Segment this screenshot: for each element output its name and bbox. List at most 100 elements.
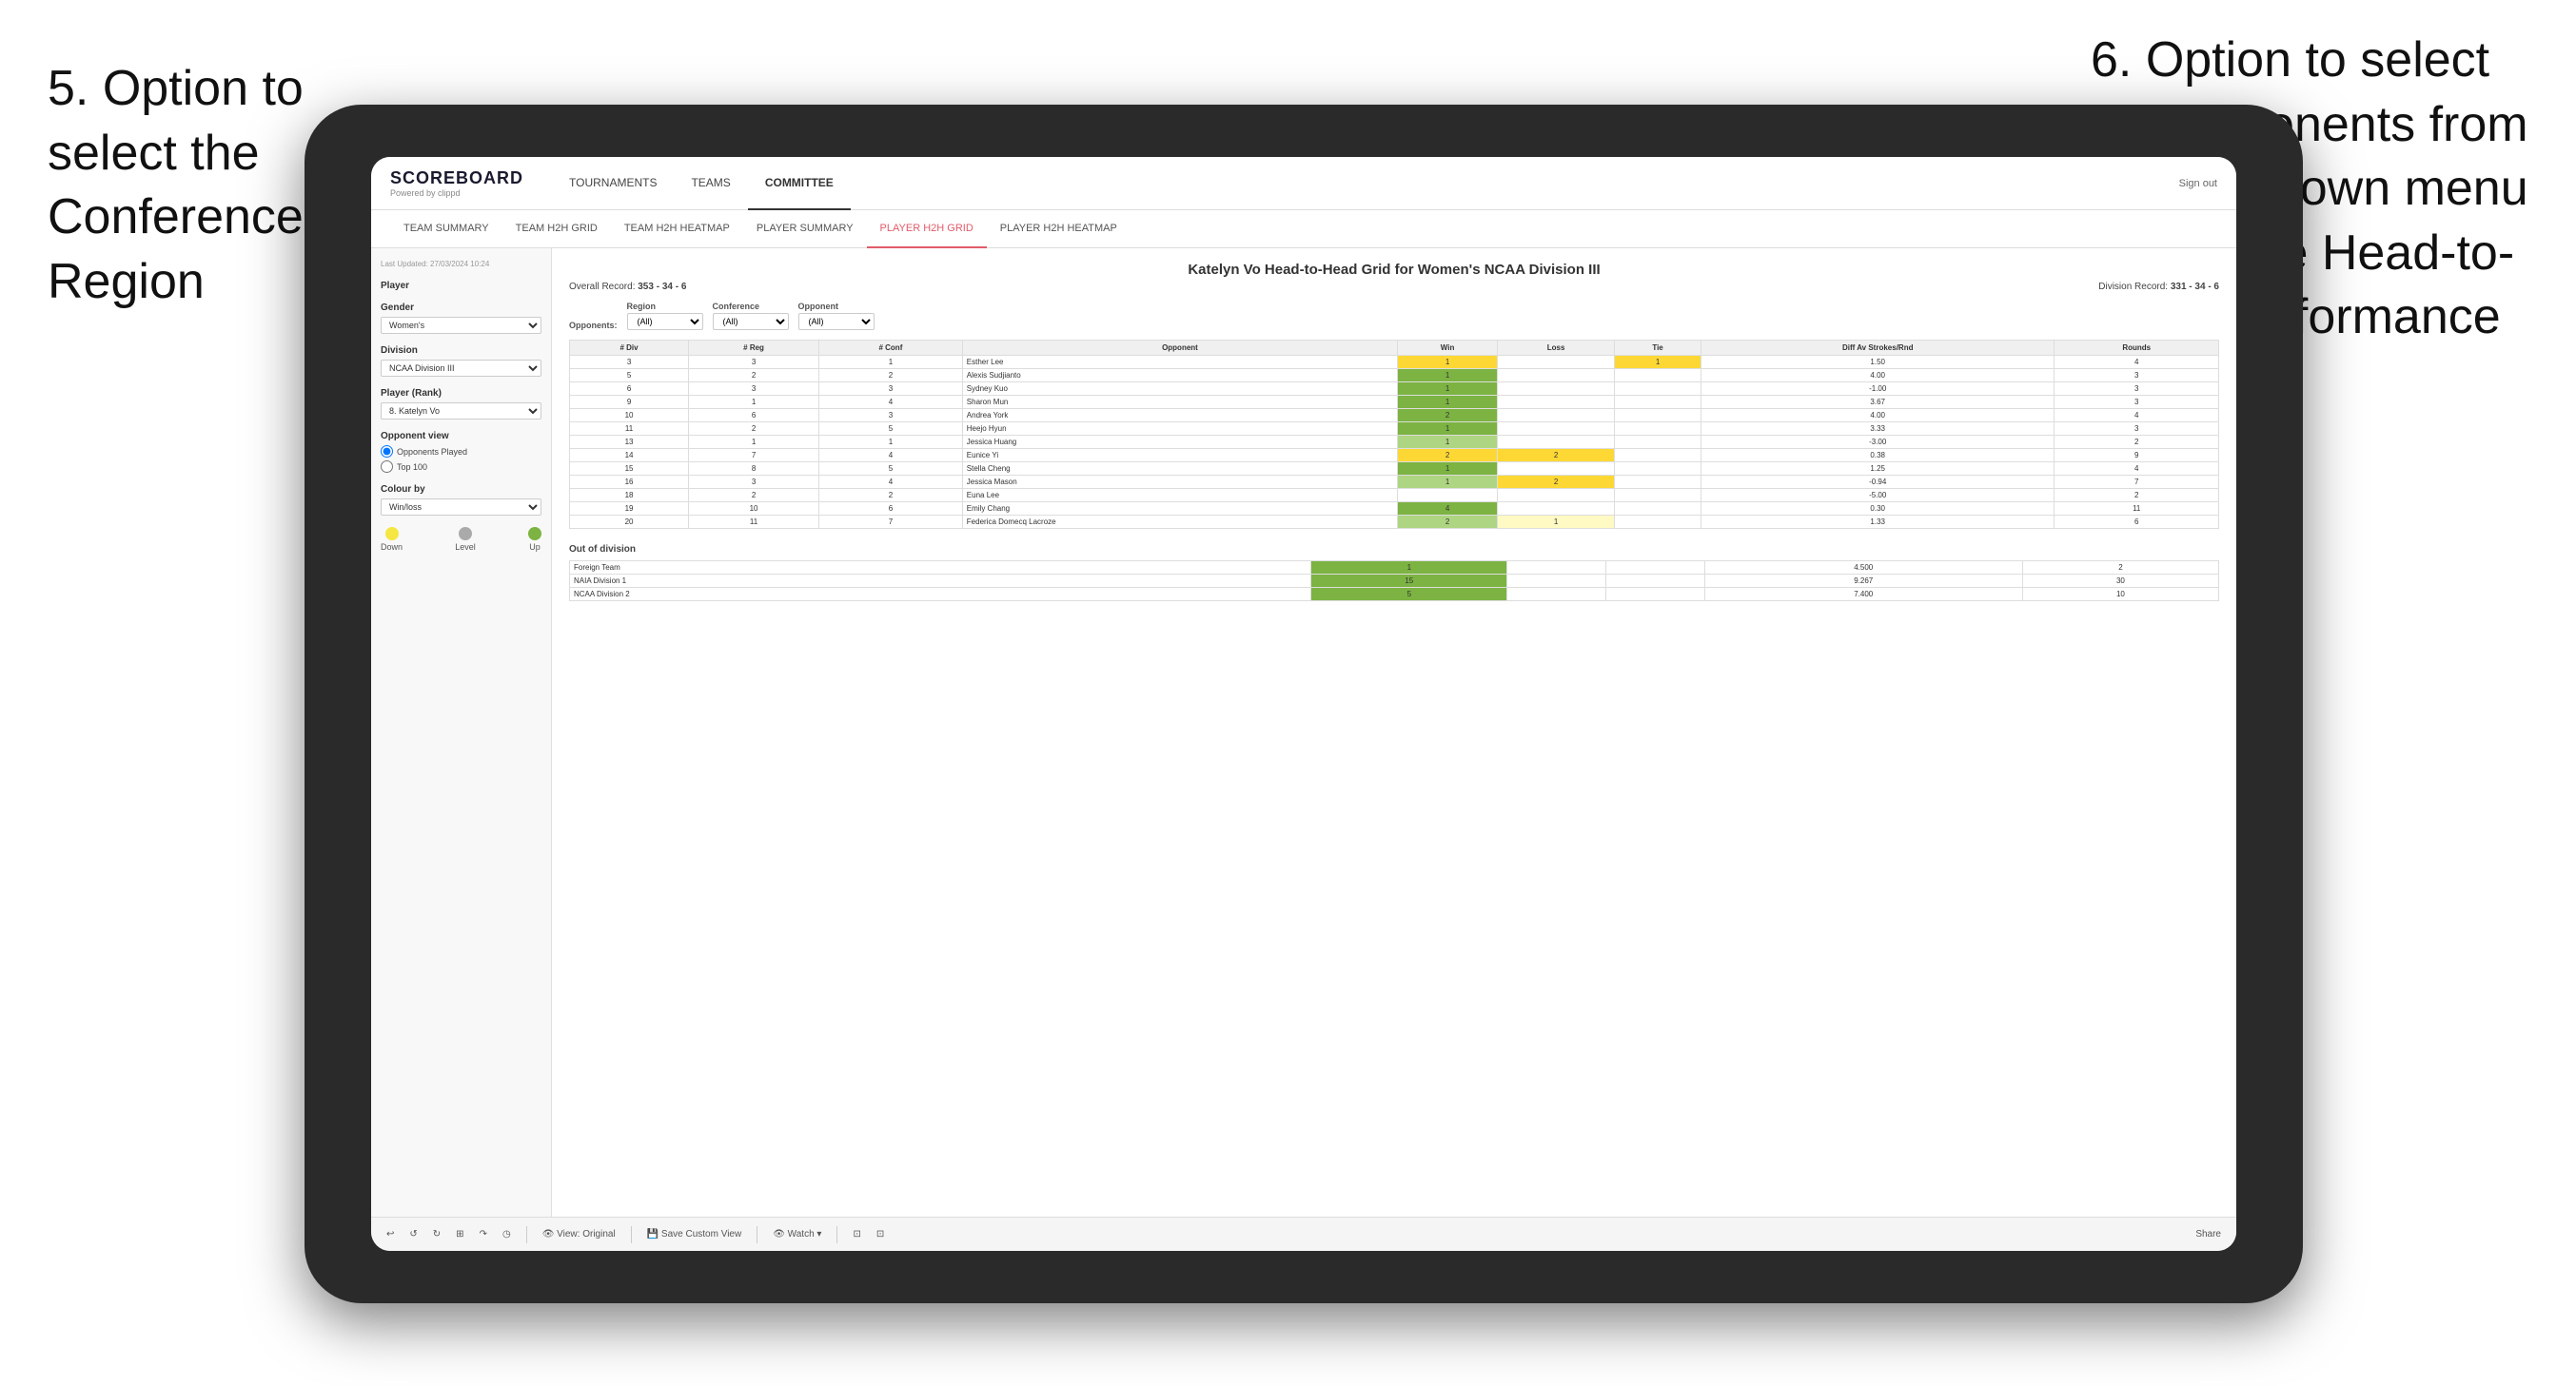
toolbar-redo[interactable]: ↻ [433, 1229, 441, 1240]
filter-conference-group: Conference (All) [713, 302, 789, 330]
table-cell: 11 [570, 422, 689, 436]
table-row: 633Sydney Kuo1-1.003 [570, 382, 2219, 396]
toolbar-save-custom-view[interactable]: 💾 Save Custom View [647, 1229, 742, 1240]
toolbar-icon2[interactable]: ⊡ [876, 1229, 884, 1240]
table-cell: 4 [819, 449, 963, 462]
toolbar-sep-2 [631, 1226, 632, 1243]
table-cell: 6 [819, 502, 963, 516]
table-cell: 2 [1398, 449, 1498, 462]
logo-text: SCOREBOARD [390, 168, 523, 188]
toolbar-sep-1 [526, 1226, 527, 1243]
sub-nav-player-summary[interactable]: PLAYER SUMMARY [743, 210, 867, 248]
table-cell: Emily Chang [962, 502, 1397, 516]
table-cell: Andrea York [962, 409, 1397, 422]
table-cell: Euna Lee [962, 489, 1397, 502]
toolbar-view-original[interactable]: 👁 View: Original [542, 1229, 616, 1240]
sidebar-gender-select[interactable]: Women's [381, 317, 541, 334]
table-cell: 5 [819, 462, 963, 476]
table-cell: 1 [1398, 369, 1498, 382]
table-cell: 10 [570, 409, 689, 422]
table-row: 522Alexis Sudjianto14.003 [570, 369, 2219, 382]
table-cell: -5.00 [1701, 489, 2055, 502]
table-cell: 1.50 [1701, 356, 2055, 369]
table-row: 1125Heejo Hyun13.333 [570, 422, 2219, 436]
table-cell: 1 [1311, 561, 1507, 575]
table-cell: Alexis Sudjianto [962, 369, 1397, 382]
filter-region-select[interactable]: (All) [627, 313, 703, 330]
table-cell [1615, 476, 1701, 489]
legend-down-label: Down [381, 542, 403, 552]
toolbar-grid[interactable]: ⊞ [456, 1229, 463, 1240]
table-cell: 16 [570, 476, 689, 489]
sidebar-division-select[interactable]: NCAA Division III [381, 360, 541, 377]
color-legend: Down Level Up [381, 527, 541, 552]
table-cell [1507, 561, 1606, 575]
tablet-screen: SCOREBOARD Powered by clippd TOURNAMENTS… [371, 157, 2236, 1251]
table-cell: 30 [2022, 575, 2218, 588]
table-cell: 6 [570, 382, 689, 396]
table-cell: 3 [2055, 396, 2219, 409]
table-cell [1498, 369, 1615, 382]
sidebar-radio-top100[interactable]: Top 100 [381, 460, 541, 473]
toolbar-undo2[interactable]: ↺ [409, 1229, 417, 1240]
table-cell [1498, 356, 1615, 369]
toolbar-clock[interactable]: ◷ [502, 1229, 511, 1240]
table-row: 19106Emily Chang40.3011 [570, 502, 2219, 516]
nav-item-teams[interactable]: TEAMS [674, 157, 747, 210]
filter-opponent-select[interactable]: (All) [798, 313, 875, 330]
toolbar-share[interactable]: Share [2195, 1229, 2221, 1240]
table-cell: 1.25 [1701, 462, 2055, 476]
sidebar-colour-label: Colour by [381, 484, 541, 495]
out-of-division-header: Out of division [569, 544, 2219, 555]
filter-opponents-label: Opponents: [569, 321, 618, 330]
sub-nav-player-h2h-grid[interactable]: PLAYER H2H GRID [867, 210, 987, 248]
table-row: 1822Euna Lee-5.002 [570, 489, 2219, 502]
toolbar-undo[interactable]: ↩ [386, 1229, 394, 1240]
th-opponent: Opponent [962, 341, 1397, 356]
legend-dot-up [528, 527, 541, 540]
sidebar-gender-section: Gender Women's [381, 303, 541, 334]
filter-conference-select[interactable]: (All) [713, 313, 789, 330]
sub-nav-team-h2h-heatmap[interactable]: TEAM H2H HEATMAP [611, 210, 743, 248]
toolbar-icon1[interactable]: ⊡ [853, 1229, 860, 1240]
sub-nav-player-h2h-heatmap[interactable]: PLAYER H2H HEATMAP [987, 210, 1131, 248]
sidebar-colour-section: Colour by Win/loss [381, 484, 541, 516]
table-cell: 2 [1498, 476, 1615, 489]
filter-opponents: Opponents: [569, 321, 618, 330]
table-cell: 2 [2022, 561, 2218, 575]
table-cell [1498, 436, 1615, 449]
table-cell [1615, 516, 1701, 529]
table-cell: -1.00 [1701, 382, 2055, 396]
nav-item-committee[interactable]: COMMITTEE [748, 157, 851, 210]
toolbar-watch[interactable]: 👁 Watch ▾ [773, 1229, 821, 1240]
table-cell: 1 [1398, 476, 1498, 489]
th-diff: Diff Av Strokes/Rnd [1701, 341, 2055, 356]
table-cell [1615, 382, 1701, 396]
nav-item-tournaments[interactable]: TOURNAMENTS [552, 157, 674, 210]
sidebar-radio-opponents-played[interactable]: Opponents Played [381, 445, 541, 458]
table-cell [1507, 588, 1606, 601]
filter-opponent-label: Opponent [798, 302, 875, 311]
table-cell [1615, 489, 1701, 502]
table-cell: 4 [2055, 409, 2219, 422]
data-table: # Div # Reg # Conf Opponent Win Loss Tie… [569, 340, 2219, 529]
sub-nav-team-summary[interactable]: TEAM SUMMARY [390, 210, 502, 248]
bottom-toolbar: ↩ ↺ ↻ ⊞ ↷ ◷ 👁 View: Original 💾 Save Cust… [371, 1217, 2236, 1251]
sidebar-colour-select[interactable]: Win/loss [381, 498, 541, 516]
table-cell: 19 [570, 502, 689, 516]
sidebar-player-rank-select[interactable]: 8. Katelyn Vo [381, 402, 541, 420]
table-cell: -3.00 [1701, 436, 2055, 449]
sign-out[interactable]: Sign out [2179, 178, 2217, 189]
toolbar-sep-4 [836, 1226, 837, 1243]
table-cell: 3 [819, 382, 963, 396]
table-cell: NCAA Division 2 [570, 588, 1311, 601]
toolbar-rotate[interactable]: ↷ [480, 1229, 487, 1240]
sub-nav-team-h2h-grid[interactable]: TEAM H2H GRID [502, 210, 611, 248]
table-cell: 5 [1311, 588, 1507, 601]
table-row: 1311Jessica Huang1-3.002 [570, 436, 2219, 449]
table-cell: 15 [570, 462, 689, 476]
table-cell [1615, 462, 1701, 476]
filter-region-group: Region (All) [627, 302, 703, 330]
filter-row: Opponents: Region (All) Conference (All) [569, 302, 2219, 330]
table-cell: 3 [2055, 422, 2219, 436]
